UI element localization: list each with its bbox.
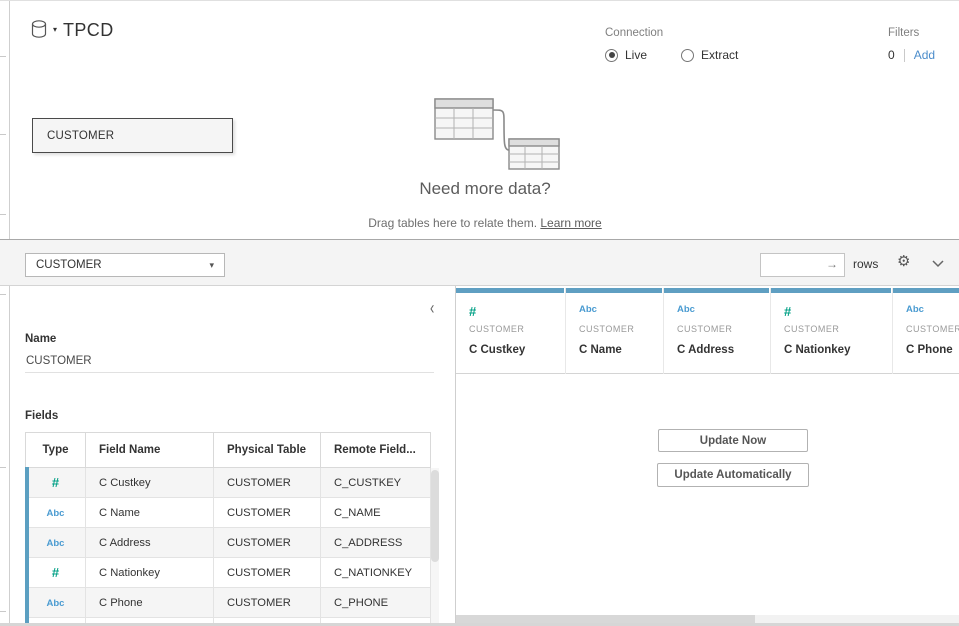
canvas-empty-state: Need more data? Drag tables here to rela… <box>11 76 959 239</box>
fields-header-row: Type Field Name Physical Table Remote Fi… <box>26 433 431 468</box>
col-type[interactable]: Type <box>26 433 86 468</box>
field-row[interactable]: # C Nationkey CUSTOMER C_NATIONKEY <box>26 558 431 588</box>
fields-label: Fields <box>25 410 58 422</box>
table-accent-bar <box>25 467 29 626</box>
update-automatically-button[interactable]: Update Automatically <box>657 463 809 487</box>
grid-column-c-phone[interactable]: Abc CUSTOMER C Phone <box>893 288 959 374</box>
radio-live[interactable]: Live <box>605 48 647 62</box>
table-select-dropdown[interactable]: CUSTOMER ▾ <box>25 253 225 277</box>
field-row[interactable]: Abc C Name CUSTOMER C_NAME <box>26 498 431 528</box>
string-type-icon: Abc <box>47 598 65 609</box>
connection-label: Connection <box>605 27 772 39</box>
database-icon-menu[interactable]: ▾ <box>30 19 57 43</box>
datasource-header: ▾ TPCD Connection Live Extract Filters 0 <box>11 1 959 76</box>
apply-rows-arrow-icon[interactable]: → <box>826 257 838 271</box>
grid-column-c-name[interactable]: Abc CUSTOMER C Name <box>566 288 664 374</box>
radio-extract-control[interactable] <box>681 49 694 62</box>
datasource-page: ▾ TPCD Connection Live Extract Filters 0 <box>0 0 959 626</box>
grid-column-c-address[interactable]: Abc CUSTOMER C Address <box>664 288 771 374</box>
number-type-icon: # <box>52 475 59 490</box>
grid-column-c-custkey[interactable]: # CUSTOMER C Custkey <box>456 288 566 374</box>
col-physical-table[interactable]: Physical Table <box>214 433 321 468</box>
filters-count: 0 <box>888 48 895 62</box>
radio-extract[interactable]: Extract <box>681 48 738 62</box>
data-grid: # CUSTOMER C Custkey Abc CUSTOMER C Name… <box>456 286 959 626</box>
filters-add-link[interactable]: Add <box>914 48 935 62</box>
divider <box>904 49 905 62</box>
scrollbar-thumb[interactable] <box>431 470 439 562</box>
column-accent-strip <box>893 288 959 293</box>
left-pane-collapsed-strip[interactable] <box>0 1 10 626</box>
column-accent-strip <box>566 288 662 293</box>
string-type-icon: Abc <box>579 304 597 315</box>
rows-label: rows <box>853 257 878 271</box>
chevron-down-icon: ▾ <box>53 25 57 34</box>
update-now-button[interactable]: Update Now <box>658 429 808 452</box>
name-label: Name <box>25 333 56 345</box>
string-type-icon: Abc <box>47 538 65 549</box>
chevron-down-icon: ▾ <box>209 260 214 271</box>
field-row[interactable]: Abc C Phone CUSTOMER C_PHONE <box>26 588 431 618</box>
table-details-panel: ‹ Name Fields Type Field Name Physical T… <box>11 287 455 626</box>
page-title: TPCD <box>63 20 114 41</box>
empty-state-subtitle: Drag tables here to relate them. Learn m… <box>11 216 959 230</box>
number-type-icon: # <box>52 565 59 580</box>
string-type-icon: Abc <box>677 304 695 315</box>
filters-section: Filters 0 Add <box>888 27 935 62</box>
learn-more-link[interactable]: Learn more <box>540 216 601 230</box>
col-remote-field[interactable]: Remote Field... <box>321 433 431 468</box>
field-row[interactable]: # C Custkey CUSTOMER C_CUSTKEY <box>26 468 431 498</box>
empty-state-title: Need more data? <box>11 179 959 199</box>
grid-column-c-nationkey[interactable]: # CUSTOMER C Nationkey <box>771 288 893 374</box>
col-field-name[interactable]: Field Name <box>86 433 214 468</box>
relationship-canvas: CUSTOMER Need <box>11 76 959 239</box>
connection-section: Connection Live Extract <box>605 27 772 62</box>
string-type-icon: Abc <box>47 508 65 519</box>
number-type-icon: # <box>784 304 791 319</box>
fields-table: Type Field Name Physical Table Remote Fi… <box>25 432 431 626</box>
relate-tables-illustration <box>405 93 575 173</box>
field-row[interactable]: Abc C Address CUSTOMER C_ADDRESS <box>26 528 431 558</box>
radio-live-control[interactable] <box>605 49 618 62</box>
data-grid-header: # CUSTOMER C Custkey Abc CUSTOMER C Name… <box>456 288 959 374</box>
column-accent-strip <box>664 288 769 293</box>
column-accent-strip <box>456 288 564 293</box>
string-type-icon: Abc <box>906 304 924 315</box>
collapse-panel-icon[interactable]: ‹ <box>430 297 434 318</box>
chevron-down-icon[interactable] <box>931 259 945 268</box>
filters-label: Filters <box>888 27 935 39</box>
table-name-input[interactable] <box>25 349 434 373</box>
column-accent-strip <box>771 288 891 293</box>
grid-toolbar: CUSTOMER ▾ → rows ⚙ <box>0 239 959 286</box>
number-type-icon: # <box>469 304 476 319</box>
database-icon <box>30 19 50 43</box>
fields-vertical-scrollbar[interactable] <box>431 468 439 626</box>
gear-icon[interactable]: ⚙ <box>897 254 910 269</box>
